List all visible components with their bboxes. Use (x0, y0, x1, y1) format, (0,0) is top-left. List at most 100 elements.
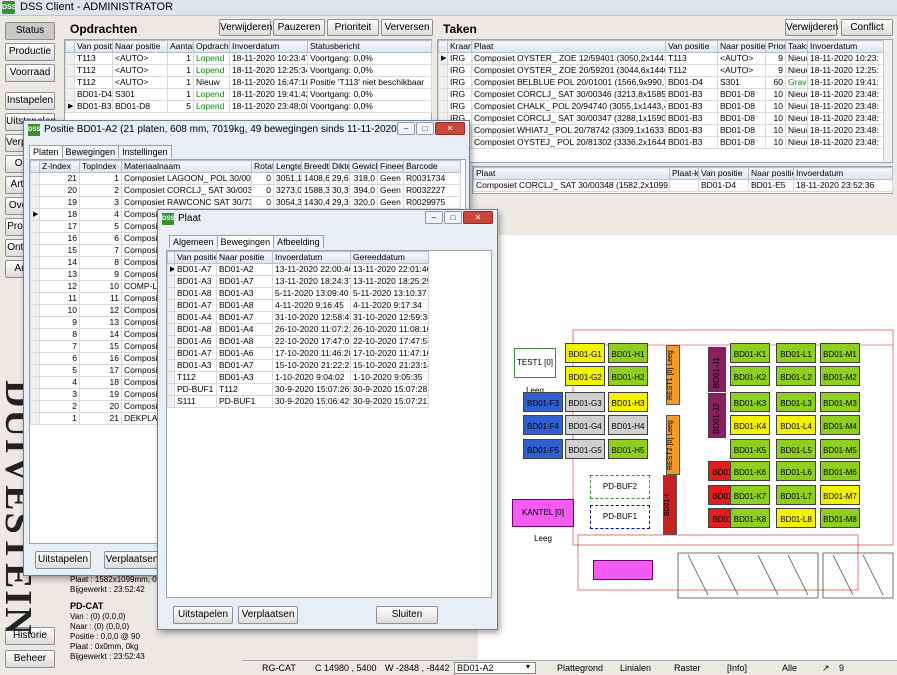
status-grid-toggle[interactable]: Raster (674, 663, 701, 673)
column-header[interactable]: Plaat (473, 167, 670, 180)
map-buf1-location[interactable]: PD-BUF1 (590, 505, 650, 529)
position-move-button[interactable]: Verplaatsen (104, 551, 160, 569)
map-location[interactable]: BD01-M8 (820, 508, 860, 528)
tab-instellingen[interactable]: Instellingen (118, 145, 172, 158)
map-location[interactable]: BD01-K3 (730, 392, 770, 412)
map-location[interactable]: BD01-K8 (730, 508, 770, 528)
status-info-toggle[interactable]: [Info] (727, 663, 747, 673)
column-header[interactable]: Breedte (301, 160, 330, 173)
map-location[interactable]: BD01-L6 (776, 461, 816, 481)
map-location[interactable]: BD01-G1 (565, 343, 605, 363)
tab-platen[interactable]: Platen (29, 145, 63, 159)
map-location[interactable]: BD01-L4 (776, 415, 816, 435)
map-location[interactable]: BD01-L7 (776, 485, 816, 505)
sidebar-productie-button[interactable]: Productie (5, 43, 55, 61)
column-header[interactable]: Lengte (273, 160, 302, 173)
column-header[interactable]: Fineer (377, 160, 404, 173)
table-row[interactable]: 21 1 Composiet LAGOON_ POL 30/00209 0 3051,1… (30, 172, 461, 185)
table-row[interactable]: BD01-A8 BD01-A3 5-11-2020 13:09:40 5-11-202… (167, 287, 429, 300)
table-row[interactable]: T112 <AUTO> 1 Lopend 18-11-2020 12:25:34 Voor… (65, 64, 432, 77)
minimize-icon[interactable]: – (425, 211, 443, 224)
column-header[interactable]: Van positie (74, 40, 113, 53)
table-row[interactable]: IRGComposiet OYSTEJ_ POL 20/81302 (3336,… (438, 136, 885, 149)
column-header[interactable]: Taakst (785, 40, 808, 53)
column-header[interactable]: Van positie (698, 167, 749, 180)
column-header[interactable]: Gereeddatum (350, 251, 429, 264)
map-location[interactable]: BD01-M6 (820, 461, 860, 481)
column-header[interactable]: Invoerdatum (793, 167, 893, 180)
map-test-location[interactable]: TEST1 [0] Leeg (514, 348, 556, 395)
map-location[interactable]: BD01-M1 (820, 343, 860, 363)
column-header[interactable]: Naar positie (717, 40, 766, 53)
map-location[interactable]: BD01-K2 (730, 366, 770, 386)
map-location[interactable]: BD01-L3 (776, 392, 816, 412)
tab-bewegingen[interactable]: Bewegingen (216, 235, 275, 249)
map-location[interactable]: BD01-H3 (608, 392, 648, 412)
table-row[interactable]: S111 PD-BUF1 30-9-2020 15:06:42 30-9-2020 1… (167, 395, 429, 408)
table-row[interactable]: BD01-A7 BD01-A8 4-11-2020 9:16:45 4-11-2020… (167, 299, 429, 312)
tab-algemeen[interactable]: Algemeen (169, 235, 218, 248)
table-row[interactable]: BD01-A3 BD01-A7 13-11-2020 18:24:37 13-11-2… (167, 275, 429, 288)
map-rest1-location[interactable]: REST1 [0] Leeg (666, 345, 680, 405)
map-location[interactable]: BD01-L8 (776, 508, 816, 528)
map-location[interactable]: BD01-G5 (565, 439, 605, 459)
table-row[interactable]: ▶BD01-A7BD01-A213-11-2020 22:00:4613-11-… (167, 263, 429, 276)
table-row[interactable]: IRG Composiet OYSTER_ ZOE 20/59201 (3044,… (438, 64, 885, 77)
sidebar-voorraad-button[interactable]: Voorraad (5, 64, 55, 82)
maximize-icon[interactable]: □ (444, 211, 462, 224)
close-icon[interactable]: ✕ (463, 211, 493, 224)
table-row[interactable]: 20 2 Composiet CORCLJ_ SAT 30/00348 0 3273,0… (30, 184, 461, 197)
column-header[interactable]: Van positie (665, 40, 718, 53)
maximize-icon[interactable]: □ (416, 122, 434, 135)
table-row[interactable]: BD01-A7 BD01-A6 17-10-2020 11:46:28 17-10-2… (167, 347, 429, 360)
orders-pause-button[interactable]: Pauzeren (273, 19, 325, 36)
column-header[interactable]: Naar positie (112, 40, 168, 53)
status-position-select[interactable]: BD01-A2 (454, 662, 536, 674)
table-row[interactable]: T112 BD01-A3 1-10-2020 9:04:02 1-10-2020 9:… (167, 371, 429, 384)
table-row[interactable]: ▶ IRG Composiet OYSTER_ ZOE 12/59401 (3050… (438, 52, 885, 65)
map-location[interactable]: BD01-M4 (820, 415, 860, 435)
tasks-scrollbar[interactable] (883, 40, 892, 162)
map-location[interactable]: BD01-L2 (776, 366, 816, 386)
table-row[interactable]: 193Composiet RAWCONC SAT 30/7320003054,3… (30, 196, 461, 209)
column-header[interactable]: Rotat (251, 160, 274, 173)
position-unstack-button[interactable]: Uitstapelen (35, 551, 91, 569)
table-row[interactable]: T113 <AUTO> 1 Lopend 18-11-2020 10:23:47 Voor… (65, 52, 432, 65)
sidebar-instapelen-button[interactable]: Instapelen (5, 92, 55, 110)
column-header[interactable]: Van positie (174, 251, 217, 264)
map-location[interactable]: BD01-F4 (523, 415, 563, 435)
chevron-down-icon[interactable]: ▾ (526, 662, 530, 671)
table-row[interactable]: BD01-D4 S301 1 Lopend 18-11-2020 19:41:42 Voo… (65, 88, 432, 101)
floor-map[interactable]: TEST1 [0] Leeg KANTEL [0] Leeg PD-BUF2 P… (478, 235, 897, 660)
map-location[interactable]: BD01-G4 (565, 415, 605, 435)
sidebar-status-button[interactable]: Status (5, 22, 55, 40)
map-rest2-location[interactable]: REST2 [0] Leeg (666, 415, 680, 475)
map-location[interactable]: BD01-F3 (523, 392, 563, 412)
column-header[interactable]: Plaat (471, 40, 666, 53)
column-header[interactable]: Naar positie (748, 167, 794, 180)
tab-bewegingen[interactable]: Bewegingen (61, 145, 120, 158)
status-floorplan-toggle[interactable]: Plattegrond (557, 663, 603, 673)
map-location[interactable]: BD01-M5 (820, 439, 860, 459)
map-location[interactable]: BD01-H2 (608, 366, 648, 386)
map-location[interactable]: BD01-M3 (820, 392, 860, 412)
map-location[interactable]: BD01-K4 (730, 415, 770, 435)
column-header[interactable]: Invoerdatum (807, 40, 885, 53)
map-location[interactable]: BD01-K6 (730, 461, 770, 481)
orders-priority-button[interactable]: Prioriteit (327, 19, 379, 36)
column-header[interactable]: Opdracht (193, 40, 230, 53)
table-row[interactable]: T112 <AUTO> 1 Nieuw 18-11-2020 16:47:10 Posit… (65, 76, 432, 89)
column-header[interactable]: Plaat-k (669, 167, 699, 180)
column-header[interactable]: TopIndex (79, 160, 122, 173)
table-row[interactable]: Composiet CORCLJ_ SAT 30/00348 (1582,2x1… (473, 179, 893, 192)
status-rulers-toggle[interactable]: Linialen (620, 663, 651, 673)
map-location[interactable]: BD01-G3 (565, 392, 605, 412)
orders-refresh-button[interactable]: Verversen (381, 19, 433, 36)
map-location[interactable]: BD01-L1 (776, 343, 816, 363)
map-buf2-location[interactable]: PD-BUF2 (590, 475, 650, 499)
column-header[interactable]: Materiaalnaam (121, 160, 252, 173)
column-header[interactable]: Statusbericht (307, 40, 432, 53)
table-row[interactable]: BD01-A4 BD01-A7 31-10-2020 12:58:45 31-10-2… (167, 311, 429, 324)
table-row[interactable]: IRG Composiet CORCLJ_ SAT 30/00347 (3288,… (438, 112, 885, 125)
map-kantel-location[interactable]: KANTEL [0] Leeg (512, 499, 574, 543)
